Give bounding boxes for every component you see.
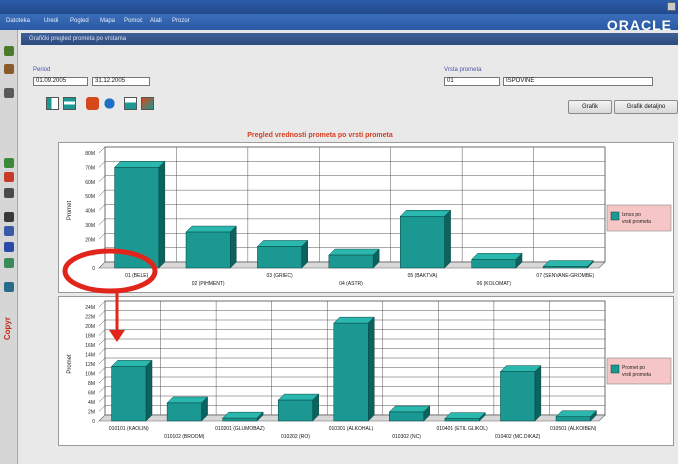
highlight-arrow-head xyxy=(109,330,125,342)
highlight-ellipse xyxy=(62,248,158,294)
annotation-overlay xyxy=(62,248,158,342)
app-window: Datoteka Uredi Pogled Mapa Pomoć Alati P… xyxy=(0,0,678,464)
